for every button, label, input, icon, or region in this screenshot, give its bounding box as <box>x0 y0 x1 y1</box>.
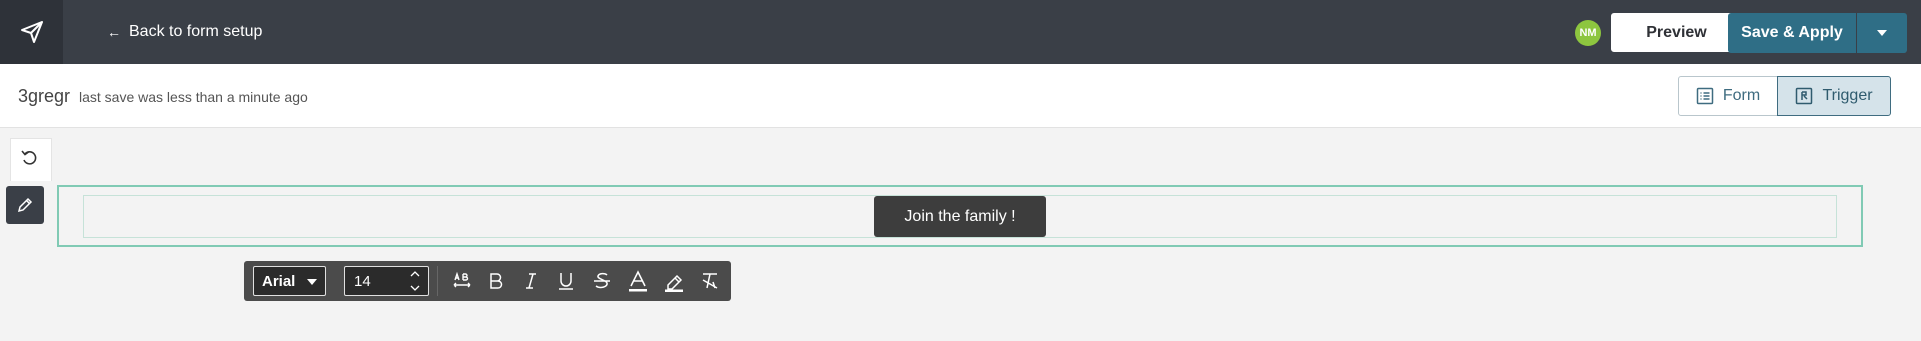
form-status-bar: 3gregr last save was less than a minute … <box>0 64 1921 128</box>
italic-icon <box>526 273 536 289</box>
edit-button[interactable] <box>6 186 44 224</box>
chevron-down-icon <box>410 285 420 291</box>
bold-icon <box>490 273 503 289</box>
paper-plane-logo-icon[interactable] <box>0 0 63 64</box>
text-color-icon <box>629 270 647 292</box>
save-status-text: last save was less than a minute ago <box>79 89 308 105</box>
undo-button[interactable] <box>10 138 50 178</box>
font-size-increase-button[interactable] <box>403 267 427 281</box>
text-color-button[interactable] <box>623 266 653 296</box>
save-and-apply-button[interactable]: Save & Apply <box>1728 13 1856 53</box>
letter-spacing-icon <box>453 271 471 288</box>
bold-button[interactable] <box>481 266 511 296</box>
underline-button[interactable] <box>551 266 581 296</box>
list-icon <box>1696 87 1714 105</box>
italic-button[interactable] <box>516 266 546 296</box>
chevron-up-icon <box>410 271 420 277</box>
form-toggle-label: Form <box>1722 87 1761 104</box>
pencil-icon <box>17 197 33 213</box>
font-family-value: Arial <box>262 272 296 290</box>
dropdown-arrow-icon <box>307 279 317 285</box>
join-family-trigger-button[interactable]: Join the family ! <box>874 196 1046 237</box>
toolbar-divider <box>437 266 438 296</box>
back-to-form-setup-link[interactable]: ← Back to form setup <box>107 20 262 44</box>
underline-icon <box>559 273 573 290</box>
undo-icon <box>21 150 37 165</box>
highlight-icon <box>665 274 683 292</box>
letter-spacing-button[interactable] <box>447 266 477 296</box>
trigger-toggle-label: Trigger <box>1822 87 1873 104</box>
back-link-label: Back to form setup <box>129 23 263 40</box>
font-size-decrease-button[interactable] <box>403 281 427 295</box>
trigger-view-toggle[interactable]: Trigger <box>1777 76 1891 116</box>
user-avatar[interactable]: NM <box>1575 20 1601 46</box>
form-view-toggle[interactable]: Form <box>1678 76 1778 116</box>
caret-down-icon <box>1877 30 1887 36</box>
strikethrough-icon <box>594 272 610 289</box>
font-family-select[interactable]: Arial <box>253 266 326 296</box>
font-size-input[interactable] <box>345 267 402 295</box>
highlight-button[interactable] <box>659 266 689 296</box>
preview-button[interactable]: Preview <box>1611 13 1742 52</box>
clear-formatting-button[interactable] <box>695 266 725 296</box>
form-name: 3gregr <box>18 86 71 106</box>
trigger-icon <box>1796 87 1813 105</box>
save-options-dropdown-button[interactable] <box>1857 13 1907 53</box>
arrow-left-icon: ← <box>107 24 121 40</box>
strikethrough-button[interactable] <box>587 266 617 296</box>
clear-format-icon <box>702 273 718 289</box>
